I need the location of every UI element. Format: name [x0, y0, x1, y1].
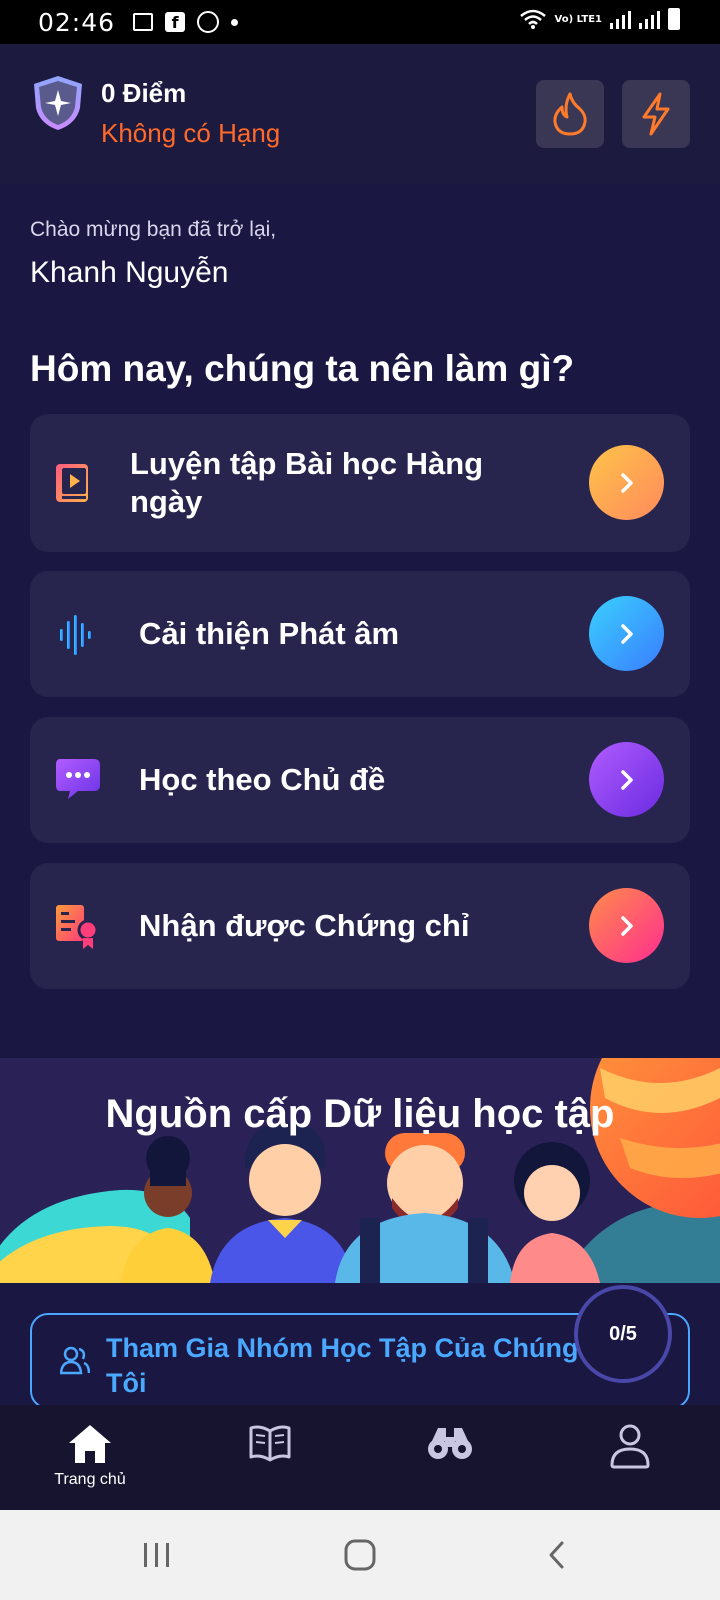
home-button-icon[interactable]: [340, 1535, 380, 1575]
battery-icon: [668, 8, 680, 30]
certificate-icon: [56, 905, 99, 949]
group-icon: [60, 1346, 90, 1375]
pronunciation-label: Cải thiện Phát âm: [139, 616, 400, 651]
facebook-notification-icon: f: [165, 12, 186, 32]
user-name: Khanh Nguyễn: [30, 256, 229, 289]
signal-1-icon: [610, 9, 631, 29]
certificate-card[interactable]: Nhận được Chứng chỉ: [30, 863, 690, 989]
app-notification-icon: [197, 11, 220, 33]
chat-bubble-icon: [56, 759, 100, 799]
nav-profile[interactable]: [580, 1423, 680, 1469]
lte-indicator: Vo) LTE1: [554, 13, 602, 25]
lesson-video-icon: [56, 464, 88, 502]
feed-title: Nguồn cấp Dữ liệu học tập: [105, 1092, 615, 1136]
welcome-text: Chào mừng bạn đã trở lại,: [30, 218, 277, 241]
system-navigation-bar: [0, 1510, 720, 1600]
certificate-go-button[interactable]: [589, 888, 664, 963]
nav-explore[interactable]: [400, 1423, 500, 1461]
recent-apps-icon[interactable]: [140, 1535, 174, 1575]
daily-lesson-card[interactable]: Luyện tập Bài học Hàng ngày: [30, 414, 690, 552]
nav-home-label: Trang chủ: [54, 1471, 126, 1488]
daily-lesson-go-button[interactable]: [589, 445, 664, 520]
chevron-right-icon: [620, 623, 633, 644]
topic-learning-go-button[interactable]: [589, 742, 664, 817]
join-study-group-label: Tham Gia Nhóm Học Tập Của Chúng Tôi: [106, 1333, 579, 1398]
pronunciation-go-button[interactable]: [589, 596, 664, 671]
status-time: 02:46: [38, 7, 116, 37]
points-label: 0 Điểm: [101, 78, 187, 108]
image-notification-icon: [133, 13, 154, 31]
progress-badge: 0/5: [574, 1285, 672, 1383]
wifi-icon: [519, 9, 546, 29]
rank-label: Không có Hạng: [101, 118, 281, 148]
pronunciation-card[interactable]: Cải thiện Phát âm: [30, 571, 690, 697]
energy-button[interactable]: [622, 80, 690, 148]
rank-shield-icon[interactable]: [32, 74, 84, 132]
daily-lesson-label: Luyện tập Bài học Hàng ngày: [130, 446, 484, 519]
profile-icon: [610, 1424, 650, 1469]
streak-button[interactable]: [536, 80, 604, 148]
binoculars-icon: [428, 1428, 472, 1459]
topic-learning-label: Học theo Chủ đề: [139, 762, 386, 797]
section-title: Hôm nay, chúng ta nên làm gì?: [30, 348, 575, 389]
chevron-right-icon: [620, 769, 633, 790]
book-icon: [249, 1425, 291, 1462]
learning-feed-banner[interactable]: Nguồn cấp Dữ liệu học tập: [0, 1058, 720, 1283]
chevron-right-icon: [620, 915, 633, 936]
notification-icons: f: [133, 11, 239, 33]
fire-icon: [553, 92, 587, 136]
status-bar: 02:46 f Vo) LTE1: [0, 0, 720, 44]
bolt-icon: [642, 92, 670, 136]
topic-learning-card[interactable]: Học theo Chủ đề: [30, 717, 690, 843]
certificate-label: Nhận được Chứng chỉ: [139, 908, 470, 943]
top-header: 0 Điểm Không có Hạng: [0, 44, 720, 184]
back-icon[interactable]: [542, 1535, 572, 1575]
nav-library[interactable]: [220, 1423, 320, 1463]
signal-2-icon: [639, 9, 660, 29]
status-indicators: Vo) LTE1: [519, 8, 680, 30]
chevron-right-icon: [620, 472, 633, 493]
bottom-navigation: Trang chủ: [0, 1405, 720, 1510]
home-icon: [69, 1425, 111, 1463]
more-notifications-icon: [231, 18, 239, 26]
nav-home[interactable]: Trang chủ: [40, 1423, 140, 1489]
soundwave-icon: [60, 615, 91, 655]
